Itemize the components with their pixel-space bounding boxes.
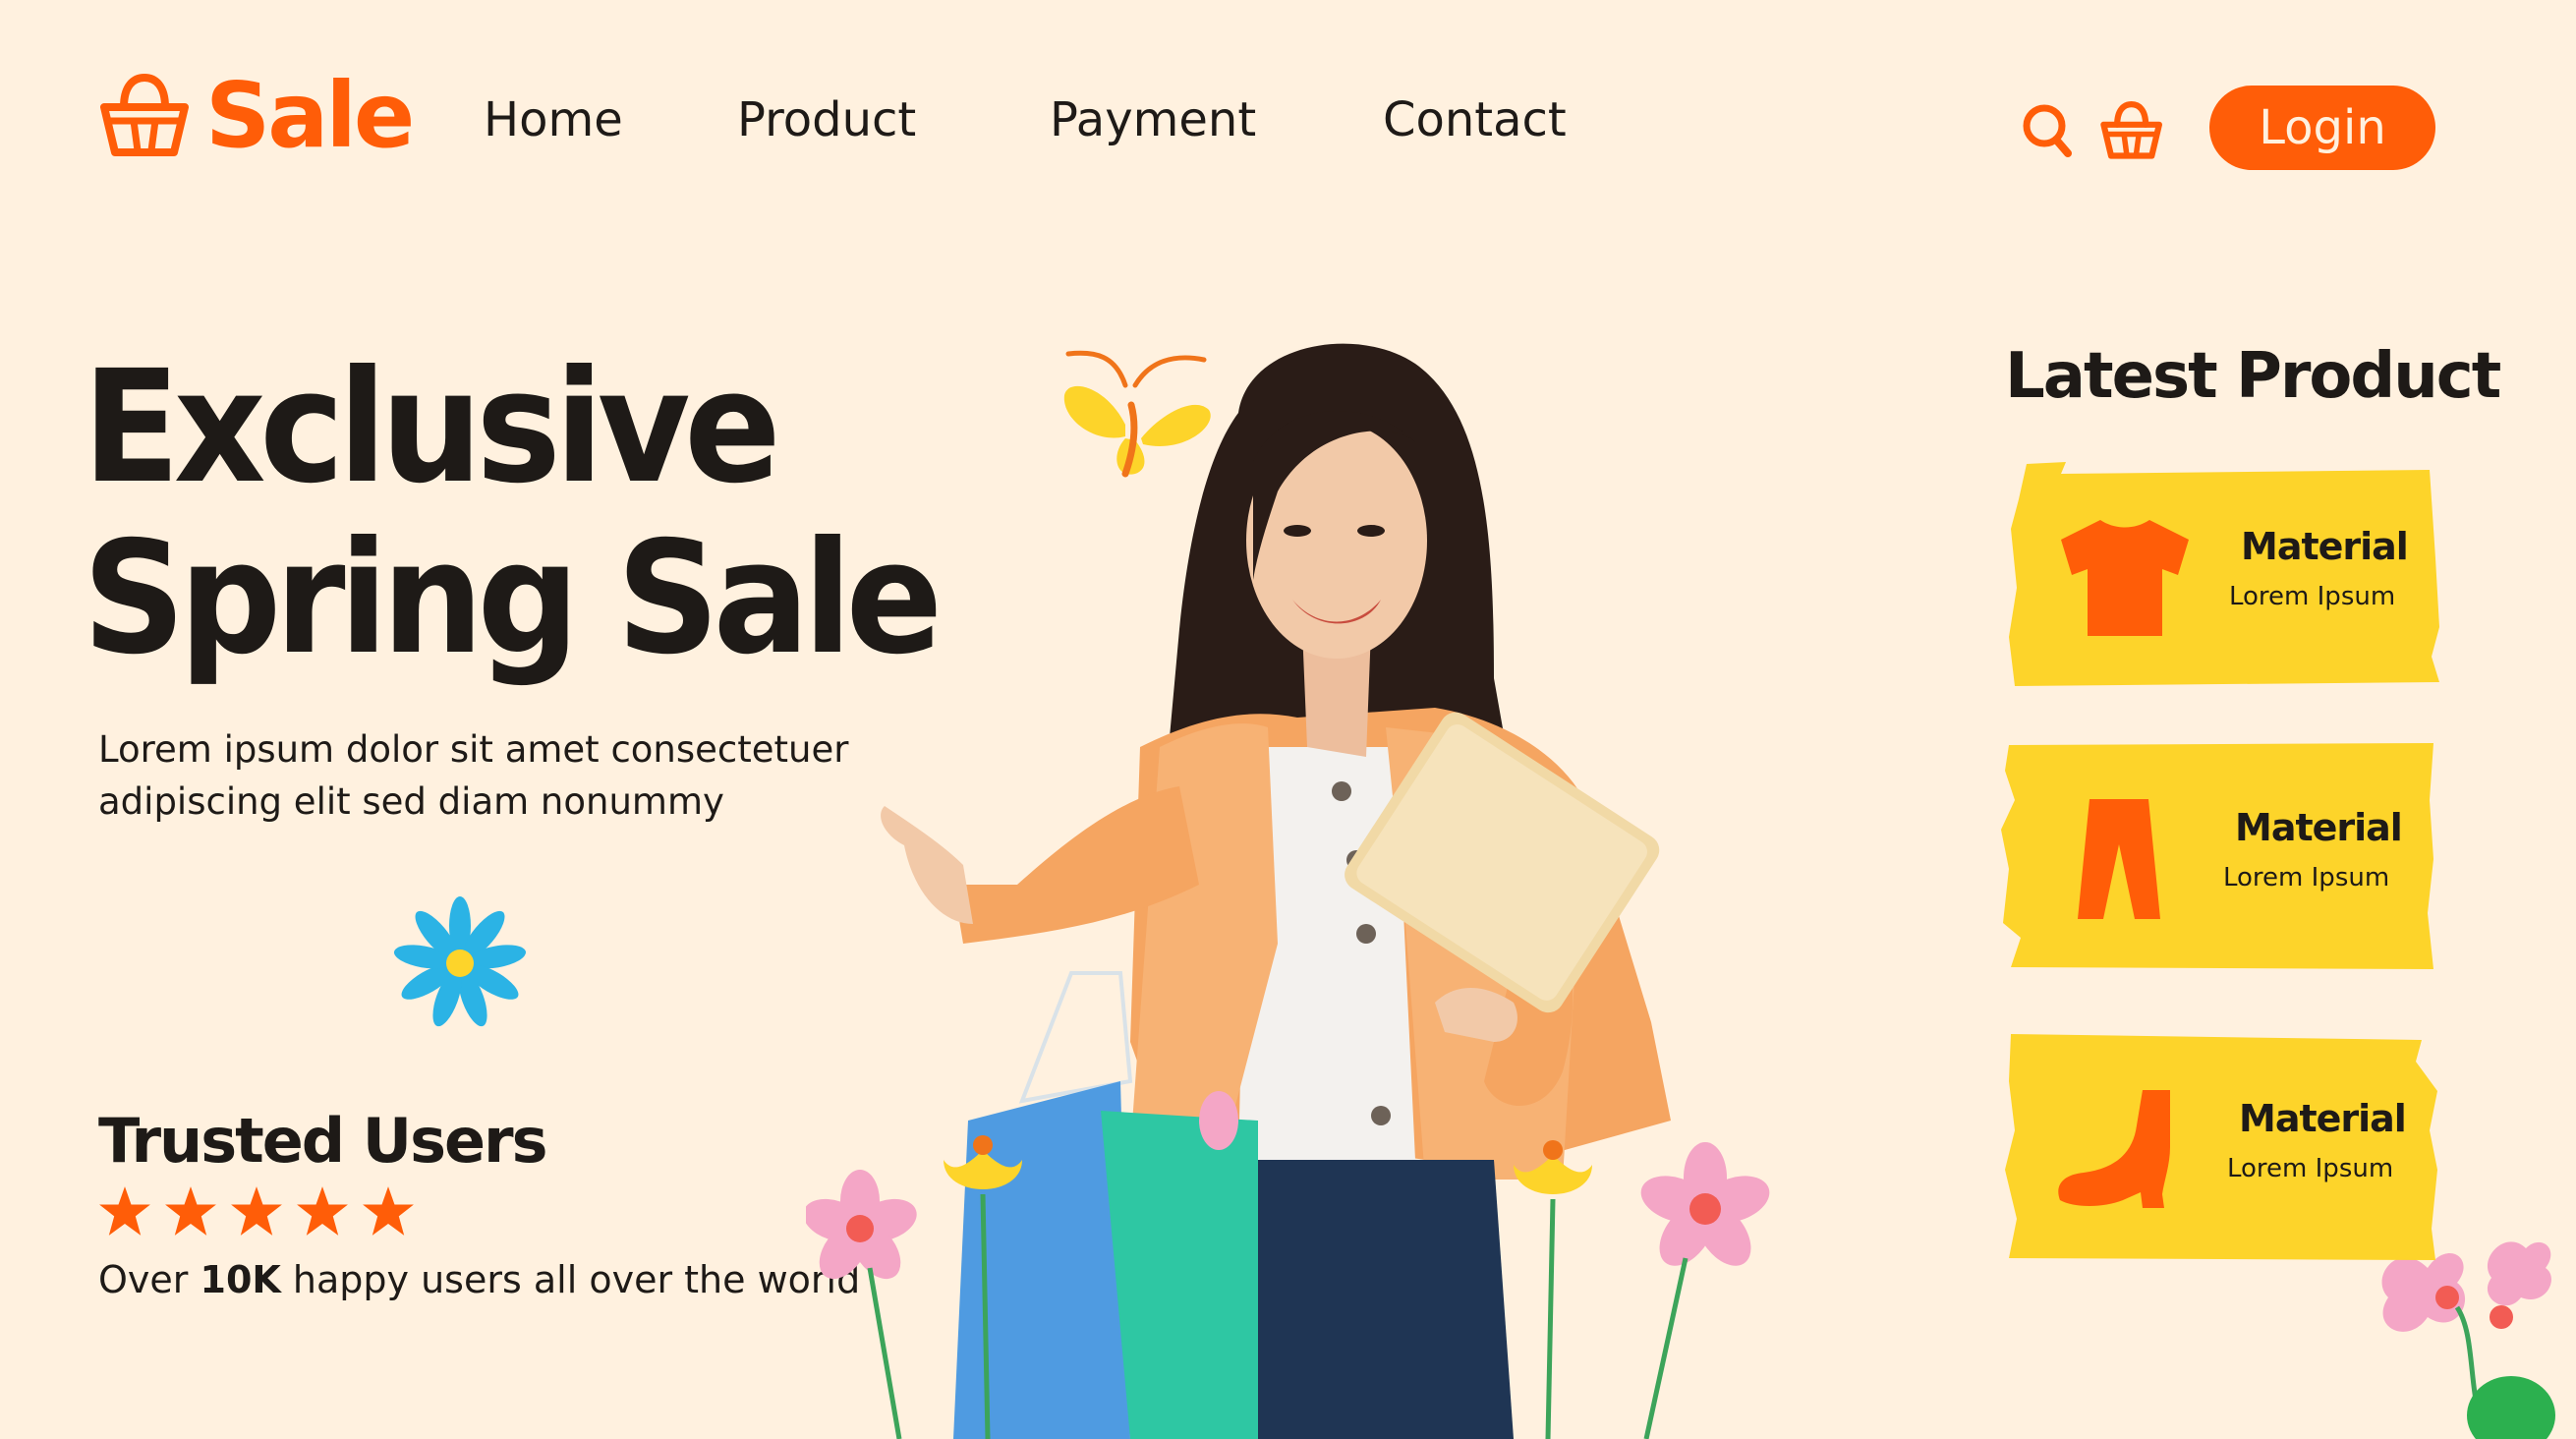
flower-icon bbox=[393, 896, 527, 1027]
product-card-title: Material bbox=[2235, 806, 2403, 849]
nav-product[interactable]: Product bbox=[737, 96, 916, 144]
cart-button[interactable] bbox=[2099, 100, 2164, 165]
brand-name: Sale bbox=[205, 63, 415, 168]
star-icon bbox=[363, 1186, 414, 1236]
nav-contact[interactable]: Contact bbox=[1383, 96, 1567, 144]
latest-product-title: Latest Product bbox=[2005, 340, 2501, 413]
search-icon bbox=[2023, 104, 2072, 157]
product-card-title: Material bbox=[2239, 1097, 2407, 1140]
pants-icon bbox=[2078, 799, 2160, 919]
tshirt-icon bbox=[2061, 520, 2189, 636]
basket-icon bbox=[2100, 101, 2162, 159]
hero-image bbox=[806, 343, 1770, 1439]
trusted-desc-prefix: Over bbox=[98, 1258, 189, 1301]
trusted-desc-count: 10K bbox=[200, 1258, 281, 1301]
hero-title-line2: Spring Sale bbox=[83, 508, 943, 689]
product-card-subtitle: Lorem Ipsum bbox=[2227, 1154, 2394, 1183]
trusted-users-description: Over 10K happy users all over the world bbox=[98, 1258, 860, 1301]
boot-icon bbox=[2058, 1090, 2170, 1208]
flowers-decoration bbox=[2381, 1241, 2555, 1439]
product-card-subtitle: Lorem Ipsum bbox=[2223, 863, 2390, 892]
product-card-subtitle: Lorem Ipsum bbox=[2229, 582, 2396, 611]
hero-title-line1: Exclusive bbox=[83, 337, 781, 518]
trusted-desc-suffix: happy users all over the world bbox=[292, 1258, 861, 1301]
star-icon bbox=[165, 1186, 216, 1236]
trusted-users-title: Trusted Users bbox=[98, 1105, 548, 1177]
product-card-title: Material bbox=[2241, 525, 2409, 568]
star-icon bbox=[297, 1186, 348, 1236]
basket-icon bbox=[100, 73, 189, 156]
login-button[interactable]: Login bbox=[2209, 86, 2435, 170]
rating-stars bbox=[98, 1185, 415, 1237]
star-icon bbox=[99, 1186, 150, 1236]
nav-payment[interactable]: Payment bbox=[1050, 96, 1256, 144]
search-button[interactable] bbox=[2023, 102, 2072, 161]
brand-logo[interactable]: Sale bbox=[98, 63, 415, 168]
star-icon bbox=[231, 1186, 282, 1236]
nav-home[interactable]: Home bbox=[484, 96, 623, 144]
product-card[interactable]: Material Lorem Ipsum bbox=[2001, 741, 2433, 972]
product-card[interactable]: Material Lorem Ipsum bbox=[2005, 1032, 2437, 1263]
product-card[interactable]: Material Lorem Ipsum bbox=[2007, 460, 2439, 691]
